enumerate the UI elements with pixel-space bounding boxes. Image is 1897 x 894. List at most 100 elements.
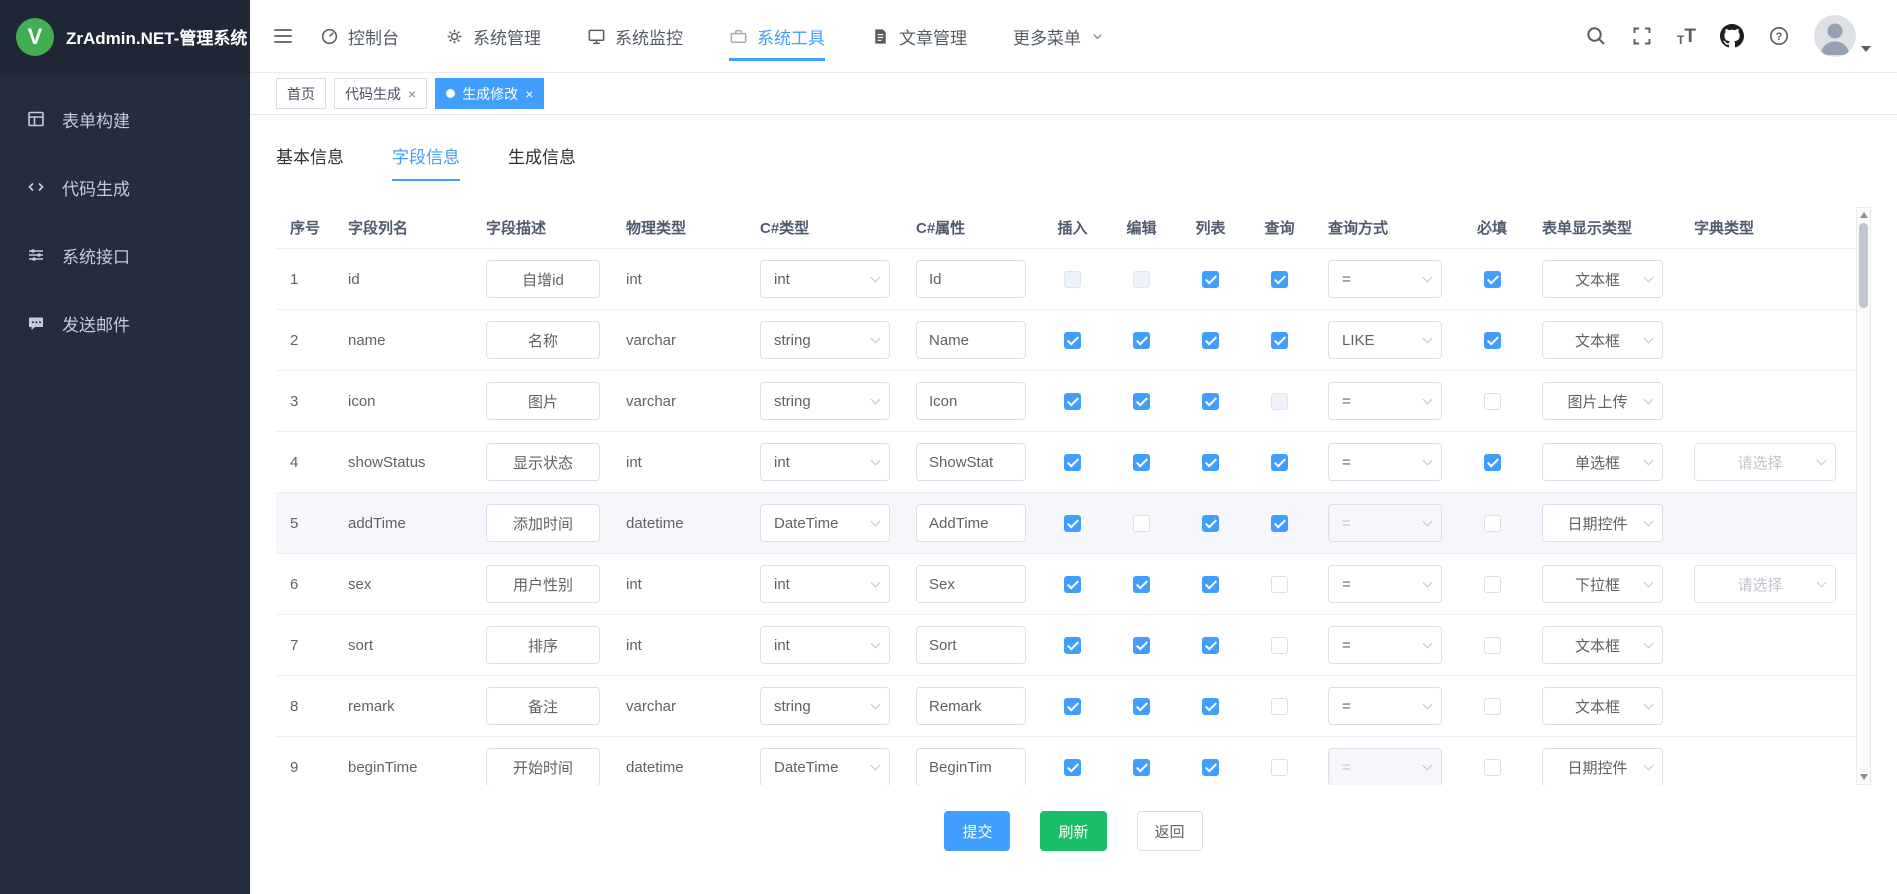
query-mode-select[interactable]: = bbox=[1328, 260, 1442, 298]
sidebar-item-send-mail[interactable]: 发送邮件 bbox=[0, 289, 250, 357]
display-type-select[interactable]: 日期控件 bbox=[1542, 504, 1663, 542]
csharp-prop-input[interactable] bbox=[916, 748, 1026, 785]
query-checkbox[interactable] bbox=[1271, 454, 1288, 471]
tab-basic-info[interactable]: 基本信息 bbox=[276, 143, 344, 181]
insert-checkbox[interactable] bbox=[1064, 454, 1081, 471]
close-icon[interactable]: × bbox=[408, 87, 416, 101]
display-type-select[interactable]: 文本框 bbox=[1542, 687, 1663, 725]
required-checkbox[interactable] bbox=[1484, 637, 1501, 654]
required-checkbox[interactable] bbox=[1484, 515, 1501, 532]
insert-checkbox[interactable] bbox=[1064, 637, 1081, 654]
csharp-prop-input[interactable] bbox=[916, 504, 1026, 542]
required-checkbox[interactable] bbox=[1484, 332, 1501, 349]
tab-home[interactable]: 首页 bbox=[276, 78, 326, 109]
scroll-up-arrow-icon[interactable] bbox=[1860, 212, 1868, 218]
nav-item-dashboard[interactable]: 控制台 bbox=[320, 0, 399, 72]
list-checkbox[interactable] bbox=[1202, 454, 1219, 471]
csharp-type-select[interactable]: DateTime bbox=[760, 748, 890, 785]
edit-checkbox[interactable] bbox=[1133, 393, 1150, 410]
field-desc-input[interactable] bbox=[486, 321, 600, 359]
query-checkbox[interactable] bbox=[1271, 515, 1288, 532]
edit-checkbox[interactable] bbox=[1133, 332, 1150, 349]
csharp-prop-input[interactable] bbox=[916, 626, 1026, 664]
csharp-type-select[interactable]: int bbox=[760, 565, 890, 603]
dict-type-select[interactable]: 请选择 bbox=[1694, 443, 1836, 481]
insert-checkbox[interactable] bbox=[1064, 515, 1081, 532]
edit-checkbox[interactable] bbox=[1133, 271, 1150, 288]
tab-code-gen[interactable]: 代码生成 × bbox=[334, 78, 427, 109]
query-checkbox[interactable] bbox=[1271, 271, 1288, 288]
query-mode-select[interactable]: LIKE bbox=[1328, 321, 1442, 359]
refresh-button[interactable]: 刷新 bbox=[1040, 811, 1106, 851]
csharp-type-select[interactable]: string bbox=[760, 321, 890, 359]
csharp-prop-input[interactable] bbox=[916, 260, 1026, 298]
insert-checkbox[interactable] bbox=[1064, 576, 1081, 593]
insert-checkbox[interactable] bbox=[1064, 332, 1081, 349]
required-checkbox[interactable] bbox=[1484, 576, 1501, 593]
search-button[interactable] bbox=[1585, 25, 1607, 47]
edit-checkbox[interactable] bbox=[1133, 637, 1150, 654]
list-checkbox[interactable] bbox=[1202, 759, 1219, 776]
list-checkbox[interactable] bbox=[1202, 698, 1219, 715]
query-mode-select[interactable]: = bbox=[1328, 443, 1442, 481]
insert-checkbox[interactable] bbox=[1064, 759, 1081, 776]
required-checkbox[interactable] bbox=[1484, 393, 1501, 410]
list-checkbox[interactable] bbox=[1202, 271, 1219, 288]
tab-gen-modify[interactable]: 生成修改 × bbox=[435, 78, 544, 109]
fullscreen-button[interactable] bbox=[1631, 25, 1653, 47]
query-mode-select[interactable]: = bbox=[1328, 687, 1442, 725]
insert-checkbox[interactable] bbox=[1064, 271, 1081, 288]
query-mode-select[interactable]: = bbox=[1328, 504, 1442, 542]
nav-item-system-monitor[interactable]: 系统监控 bbox=[587, 0, 683, 72]
csharp-type-select[interactable]: DateTime bbox=[760, 504, 890, 542]
dict-type-select[interactable]: 请选择 bbox=[1694, 565, 1836, 603]
close-icon[interactable]: × bbox=[525, 87, 533, 101]
edit-checkbox[interactable] bbox=[1133, 454, 1150, 471]
list-checkbox[interactable] bbox=[1202, 576, 1219, 593]
query-mode-select[interactable]: = bbox=[1328, 748, 1442, 785]
insert-checkbox[interactable] bbox=[1064, 698, 1081, 715]
edit-checkbox[interactable] bbox=[1133, 576, 1150, 593]
sidebar-item-api[interactable]: 系统接口 bbox=[0, 221, 250, 289]
github-button[interactable] bbox=[1720, 24, 1744, 48]
required-checkbox[interactable] bbox=[1484, 271, 1501, 288]
required-checkbox[interactable] bbox=[1484, 454, 1501, 471]
list-checkbox[interactable] bbox=[1202, 637, 1219, 654]
query-checkbox[interactable] bbox=[1271, 759, 1288, 776]
display-type-select[interactable]: 文本框 bbox=[1542, 321, 1663, 359]
sidebar-toggle-button[interactable] bbox=[272, 25, 294, 47]
list-checkbox[interactable] bbox=[1202, 393, 1219, 410]
field-desc-input[interactable] bbox=[486, 748, 600, 785]
required-checkbox[interactable] bbox=[1484, 698, 1501, 715]
csharp-prop-input[interactable] bbox=[916, 565, 1026, 603]
edit-checkbox[interactable] bbox=[1133, 759, 1150, 776]
list-checkbox[interactable] bbox=[1202, 332, 1219, 349]
csharp-prop-input[interactable] bbox=[916, 321, 1026, 359]
csharp-prop-input[interactable] bbox=[916, 687, 1026, 725]
back-button[interactable]: 返回 bbox=[1137, 811, 1203, 851]
query-mode-select[interactable]: = bbox=[1328, 565, 1442, 603]
field-desc-input[interactable] bbox=[486, 626, 600, 664]
field-desc-input[interactable] bbox=[486, 382, 600, 420]
query-checkbox[interactable] bbox=[1271, 393, 1288, 410]
query-checkbox[interactable] bbox=[1271, 332, 1288, 349]
query-mode-select[interactable]: = bbox=[1328, 626, 1442, 664]
field-desc-input[interactable] bbox=[486, 443, 600, 481]
display-type-select[interactable]: 单选框 bbox=[1542, 443, 1663, 481]
query-checkbox[interactable] bbox=[1271, 576, 1288, 593]
scrollbar-thumb[interactable] bbox=[1859, 223, 1868, 308]
csharp-type-select[interactable]: int bbox=[760, 626, 890, 664]
csharp-type-select[interactable]: string bbox=[760, 687, 890, 725]
insert-checkbox[interactable] bbox=[1064, 393, 1081, 410]
tab-field-info[interactable]: 字段信息 bbox=[392, 143, 460, 181]
csharp-type-select[interactable]: int bbox=[760, 443, 890, 481]
csharp-type-select[interactable]: string bbox=[760, 382, 890, 420]
display-type-select[interactable]: 文本框 bbox=[1542, 626, 1663, 664]
sidebar-item-code-gen[interactable]: 代码生成 bbox=[0, 153, 250, 221]
display-type-select[interactable]: 下拉框 bbox=[1542, 565, 1663, 603]
nav-item-article-admin[interactable]: 文章管理 bbox=[871, 0, 967, 72]
query-checkbox[interactable] bbox=[1271, 698, 1288, 715]
field-desc-input[interactable] bbox=[486, 687, 600, 725]
list-checkbox[interactable] bbox=[1202, 515, 1219, 532]
field-desc-input[interactable] bbox=[486, 565, 600, 603]
